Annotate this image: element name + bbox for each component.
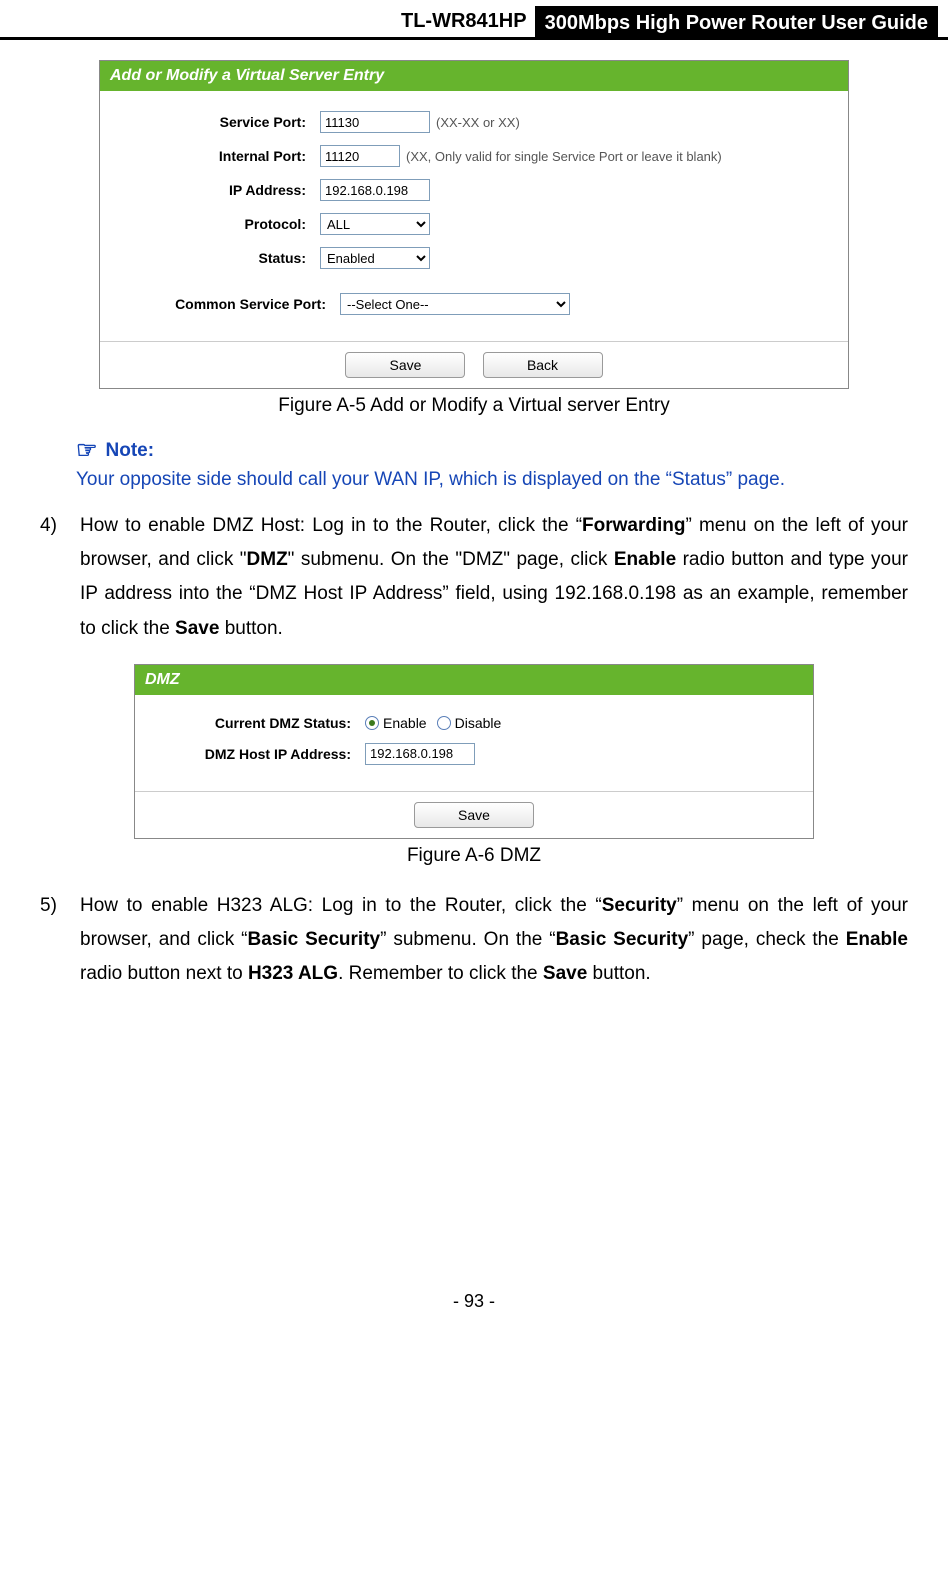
back-button[interactable]: Back [483,352,603,378]
virtual-server-panel: Add or Modify a Virtual Server Entry Ser… [99,60,849,389]
pointing-hand-icon: ☞ [76,439,98,463]
common-service-port-label: Common Service Port: [100,296,340,312]
dmz-save-button[interactable]: Save [414,802,534,828]
dmz-panel: DMZ Current DMZ Status: Enable Disable D… [134,664,814,839]
enable-radio-label: Enable [383,715,427,731]
step-4: 4) How to enable DMZ Host: Log in to the… [40,509,908,646]
dmz-host-ip-input[interactable] [365,743,475,765]
note-block: ☞ Note: Your opposite side should call y… [76,439,908,491]
figure-a5-caption: Figure A-5 Add or Modify a Virtual serve… [40,395,908,417]
dmz-status-label: Current DMZ Status: [135,715,365,731]
disable-radio[interactable] [437,716,451,730]
step-5-number: 5) [40,889,80,992]
note-body: Your opposite side should call your WAN … [76,469,908,491]
model-number: TL-WR841HP [401,6,535,37]
guide-title-text: 300Mbps High Power Router User Guide [545,12,928,35]
step-5-text: How to enable H323 ALG: Log in to the Ro… [80,889,908,992]
internal-port-input[interactable] [320,145,400,167]
service-port-label: Service Port: [100,114,320,130]
service-port-input[interactable] [320,111,430,133]
status-label: Status: [100,250,320,266]
dmz-panel-title: DMZ [135,665,813,695]
protocol-select[interactable]: ALL [320,213,430,235]
internal-port-hint: (XX, Only valid for single Service Port … [400,149,722,164]
enable-radio[interactable] [365,716,379,730]
step-4-number: 4) [40,509,80,646]
common-service-port-select[interactable]: --Select One-- [340,293,570,315]
internal-port-label: Internal Port: [100,148,320,164]
service-port-hint: (XX-XX or XX) [430,115,520,130]
page-header: TL-WR841HP 300Mbps High Power Router Use… [0,6,948,40]
ip-address-input[interactable] [320,179,430,201]
save-button[interactable]: Save [345,352,465,378]
step-4-text: How to enable DMZ Host: Log in to the Ro… [80,509,908,646]
protocol-label: Protocol: [100,216,320,232]
disable-radio-label: Disable [455,715,502,731]
status-select[interactable]: Enabled [320,247,430,269]
ip-address-label: IP Address: [100,182,320,198]
figure-a6-caption: Figure A-6 DMZ [40,845,908,867]
step-5: 5) How to enable H323 ALG: Log in to the… [40,889,908,992]
panel-title: Add or Modify a Virtual Server Entry [100,61,848,91]
guide-title: 300Mbps High Power Router User Guide [535,6,938,37]
note-heading: Note: [106,440,155,462]
dmz-host-ip-label: DMZ Host IP Address: [135,746,365,762]
page-number: - 93 - [0,1291,948,1322]
